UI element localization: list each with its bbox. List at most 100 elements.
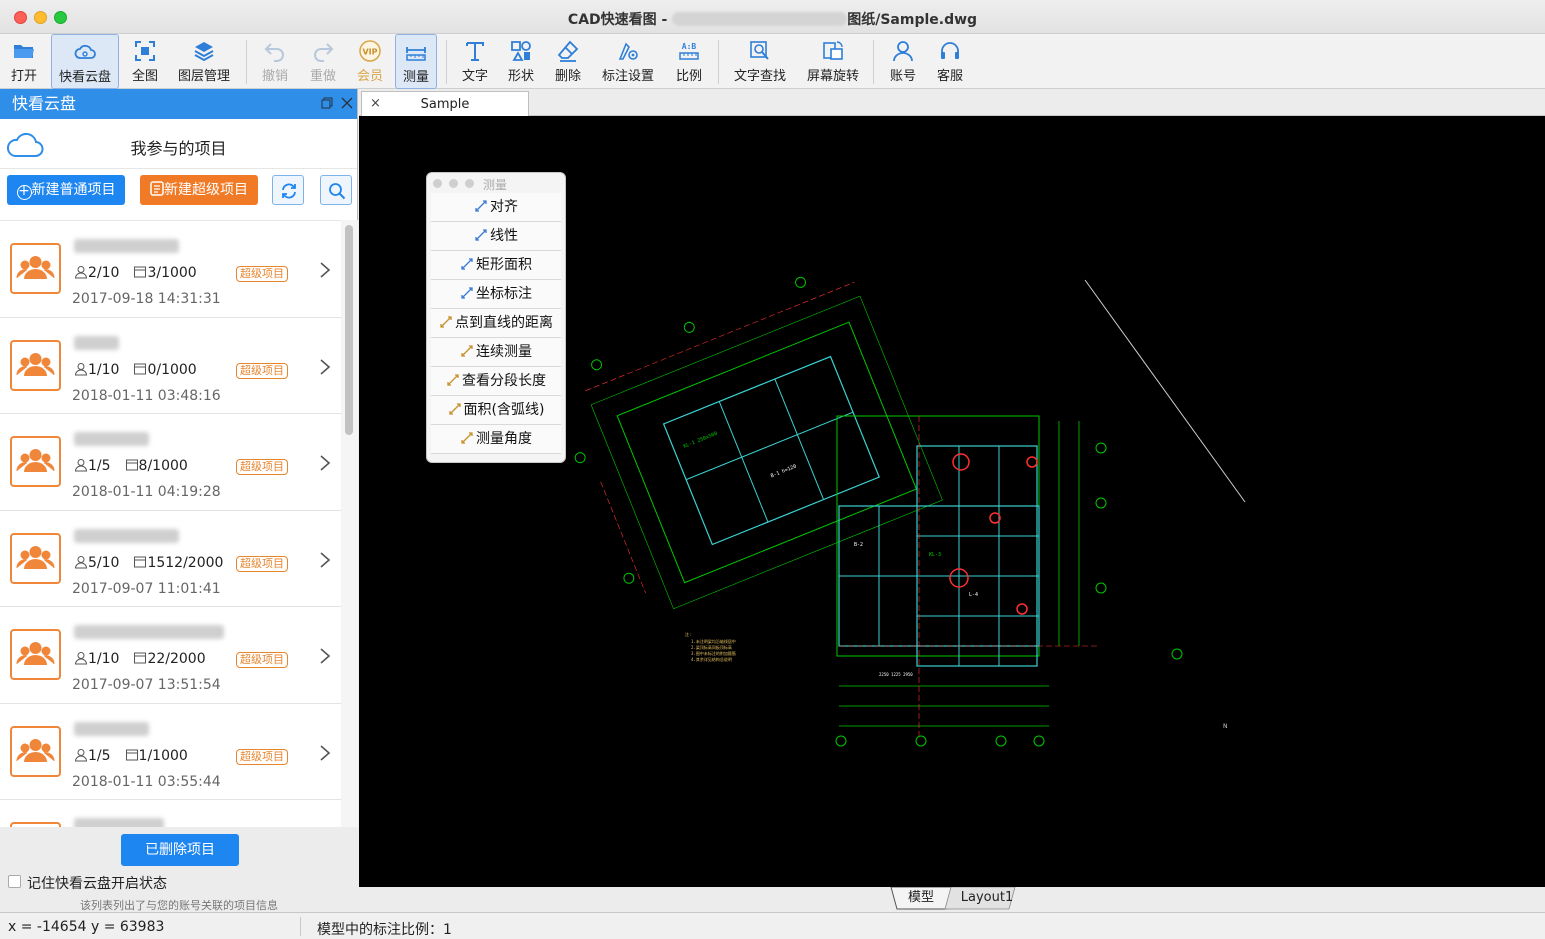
rotate-icon [823, 41, 843, 60]
text-icon [466, 42, 484, 61]
project-list[interactable]: 2/10 3/1000 超级项目 2017-09-18 14:31:31 1/10 0/1… [0, 220, 341, 827]
restore-icon[interactable] [321, 97, 333, 109]
delete-button[interactable]: 删除 [547, 34, 589, 89]
measure-item[interactable]: 矩形面积 [431, 251, 561, 280]
text-button[interactable]: 文字 [454, 34, 496, 89]
measure-button[interactable]: 测量 [395, 34, 437, 89]
measure-items: 对齐线性矩形面积 坐标标注 点到直线的距离 连续测量 查看分段长度 面积(含弧线) 测量角度 [427, 193, 565, 454]
file-icon [134, 652, 147, 664]
project-row[interactable]: 1/10 0/1000 超级项目 2018-01-11 03:48:16 [0, 317, 341, 414]
project-avatar [10, 725, 61, 777]
ruler-icon [406, 47, 426, 61]
project-row[interactable]: 2/10 3/1000 超级项目 2017-09-18 14:31:31 [0, 221, 341, 318]
vip-label: 会员 [356, 69, 383, 84]
list-scrollbar-thumb[interactable] [345, 225, 353, 435]
super-project-icon [150, 181, 164, 196]
document-tab[interactable]: × Sample [361, 91, 529, 116]
tab-model[interactable]: 模型 [899, 887, 943, 909]
redo-button[interactable]: 重做 [302, 34, 344, 89]
user-icon [893, 41, 913, 62]
rotate-screen-button[interactable]: 屏幕旋转 [801, 34, 865, 89]
support-button[interactable]: 客服 [929, 34, 971, 89]
project-row[interactable]: 1/5 1/1000 超级项目 2018-01-11 03:55:44 [0, 703, 341, 800]
undo-label: 撤销 [261, 69, 288, 84]
chevron-right-icon[interactable] [318, 647, 332, 665]
title-bar: CAD快速看图 - 图纸/Sample.dwg [0, 0, 1545, 34]
toolbar-divider [446, 40, 447, 84]
toolbar-divider [873, 40, 874, 84]
vip-icon: VIP [359, 40, 381, 62]
project-name-redacted [74, 818, 164, 827]
measure-item[interactable]: 线性 [431, 222, 561, 251]
project-row[interactable]: 1/10 22/2000 超级项目 2017-09-07 13:51:54 [0, 607, 341, 704]
folder-icon [14, 45, 34, 58]
window-title: CAD快速看图 - 图纸/Sample.dwg [0, 9, 1545, 29]
chevron-right-icon[interactable] [318, 261, 332, 279]
palette-close-button[interactable] [433, 179, 442, 188]
project-date: 2017-09-07 11:01:41 [72, 580, 221, 597]
scale-button[interactable]: A:B 比例 [668, 34, 710, 89]
text-search-icon [750, 41, 769, 60]
annotation-settings-button[interactable]: 标注设置 [596, 34, 660, 89]
layers-label: 图层管理 [177, 69, 230, 84]
measure-item[interactable]: 测量角度 [431, 425, 561, 454]
project-row[interactable]: 5/10 1512/2000 超级项目 2017-09-07 11:01:41 [0, 510, 341, 607]
undo-icon [264, 43, 284, 62]
project-row-partial[interactable] [0, 800, 341, 827]
shape-button[interactable]: 形状 [500, 34, 542, 89]
undo-button[interactable]: 撤销 [254, 34, 296, 89]
svg-text:KL-3: KL-3 [929, 552, 941, 558]
measure-palette-title: 测量 [483, 178, 508, 192]
measure-item[interactable]: 坐标标注 [431, 280, 561, 309]
measure-palette: 测量 对齐线性矩形面积 坐标标注 点到直线的距离 连续测量 查看分段长度 面积(含弧线) 测… [426, 172, 566, 463]
member-icon [74, 266, 88, 279]
drawing-notes: 注: 1.未注明梁均沿轴线居中 2.梁顶标高同板顶标高 3.图中未标注的附加箍筋… [685, 631, 736, 662]
new-normal-project-button[interactable]: + 新建普通项目 [7, 175, 125, 205]
palette-minimize-button[interactable] [449, 179, 458, 188]
account-button[interactable]: 账号 [882, 34, 924, 89]
chevron-right-icon[interactable] [318, 744, 332, 762]
continuous-icon [461, 345, 473, 357]
open-button[interactable]: 打开 [2, 34, 46, 89]
vip-button[interactable]: VIP 会员 [349, 34, 391, 89]
support-label: 客服 [936, 69, 963, 84]
svg-text:VIP: VIP [362, 48, 377, 57]
measure-item[interactable]: 点到直线的距离 [431, 309, 561, 338]
fullview-button[interactable]: 全图 [124, 34, 166, 89]
remember-state-label[interactable]: 记住快看云盘开启状态 [27, 873, 167, 893]
tab-layout1[interactable]: Layout1 [957, 887, 1017, 909]
project-members: 2/10 [88, 265, 120, 281]
search-button[interactable] [320, 175, 352, 205]
measure-item[interactable]: 对齐 [431, 193, 561, 222]
measure-item-label: 线性 [490, 228, 518, 244]
new-super-project-button[interactable]: 新建超级项目 [140, 175, 258, 205]
project-row[interactable]: 1/5 8/1000 超级项目 2018-01-11 04:19:28 [0, 414, 341, 511]
measure-item[interactable]: 查看分段长度 [431, 367, 561, 396]
project-name-redacted [74, 528, 179, 543]
remember-state-checkbox[interactable] [8, 875, 21, 888]
main-plan: B-2 KL-3 L-4 2250 1225 2950 [835, 415, 1107, 747]
shape-label: 形状 [507, 69, 534, 84]
shape-icon [511, 41, 531, 61]
deleted-projects-button[interactable]: 已删除项目 [121, 834, 239, 866]
chevron-right-icon[interactable] [318, 454, 332, 472]
sync-button[interactable] [272, 175, 304, 205]
scale-label: 比例 [675, 69, 702, 84]
toolbar-divider [246, 40, 247, 84]
chevron-right-icon[interactable] [318, 551, 332, 569]
file-icon [134, 266, 147, 278]
palette-zoom-button[interactable] [465, 179, 474, 188]
text-search-button[interactable]: 文字查找 [728, 34, 792, 89]
rotate-screen-label: 屏幕旋转 [806, 69, 859, 84]
layers-button[interactable]: 图层管理 [172, 34, 236, 89]
redo-icon [314, 43, 334, 62]
project-name-redacted [74, 625, 224, 639]
document-tab-bar: × Sample [359, 89, 1545, 116]
measure-item[interactable]: 连续测量 [431, 338, 561, 367]
layout-tab-bar: 模型 Layout1 [359, 887, 1545, 912]
cloud-button[interactable]: 快看云盘 [51, 34, 119, 89]
close-icon[interactable] [341, 97, 353, 109]
eraser-icon [557, 40, 579, 62]
measure-item[interactable]: 面积(含弧线) [431, 396, 561, 425]
chevron-right-icon[interactable] [318, 358, 332, 376]
